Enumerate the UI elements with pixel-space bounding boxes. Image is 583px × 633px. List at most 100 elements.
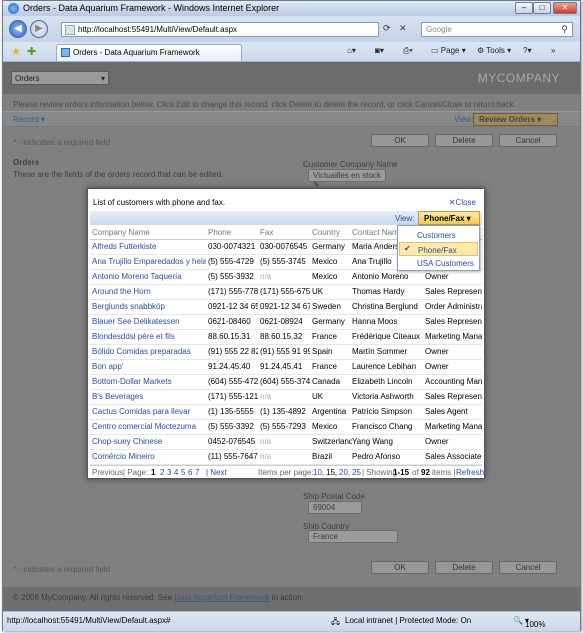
company-name-link[interactable]: Antonio Moreno Taquería xyxy=(92,272,206,281)
page-size-10[interactable]: 10, xyxy=(313,468,324,477)
pager-refresh[interactable]: Refresh xyxy=(456,468,484,477)
table-cell: UK xyxy=(312,287,324,296)
table-row[interactable]: Chop-suey Chinese 0452-076545 n/a Switzerla… xyxy=(90,435,482,450)
back-button[interactable]: ◀ xyxy=(9,20,27,38)
home-icon[interactable]: ⌂▾ xyxy=(347,46,356,55)
add-favorite-icon[interactable]: ✚ xyxy=(27,45,36,58)
table-row[interactable]: Around the Horn (171) 555-7788 (171) 555-6… xyxy=(90,285,482,300)
table-row[interactable]: B's Beverages (171) 555-1212 n/a UK Victoria… xyxy=(90,390,482,405)
company-name-link[interactable]: Blauer See Delikatessen xyxy=(92,317,206,326)
cancel-button-top[interactable]: Cancel xyxy=(499,134,557,147)
table-cell: Sales Representative xyxy=(425,392,482,401)
total-count: 92 xyxy=(421,468,430,477)
pager-page-6[interactable]: 6 xyxy=(188,468,192,477)
company-name-link[interactable]: Cactus Comidas para llevar xyxy=(92,407,206,416)
table-row[interactable]: Bólido Comidas preparadas (91) 555 22 82(… xyxy=(90,345,482,360)
pager-page-7[interactable]: 7 xyxy=(195,468,199,477)
pager-page-5[interactable]: 5 xyxy=(181,468,185,477)
company-name-link[interactable]: Around the Horn xyxy=(92,287,206,296)
brand-logo: MYCOMPANY xyxy=(477,71,560,85)
close-button[interactable]: ✕ xyxy=(553,2,577,14)
more-icon[interactable]: » xyxy=(551,46,555,55)
company-name-link[interactable]: Bon app' xyxy=(92,362,206,371)
delete-button-top[interactable]: Delete xyxy=(435,134,493,147)
customer-lookup[interactable]: Victuailles en stock ✎ xyxy=(308,169,386,189)
tools-gear-icon: ⚙ xyxy=(477,46,487,55)
company-name-link[interactable]: Bólido Comidas preparadas xyxy=(92,347,206,356)
company-name-link[interactable]: Comércio Mineiro xyxy=(92,452,206,461)
pager-previous[interactable]: Previous xyxy=(92,468,123,477)
table-row[interactable]: Antonio Moreno Taquería (5) 555-3932 n/a Me… xyxy=(90,270,482,285)
record-menu[interactable]: Record ▾ xyxy=(13,115,45,124)
address-bar[interactable]: http://localhost:55491/MultiView/Default… xyxy=(61,22,379,37)
pager-page-3[interactable]: 3 xyxy=(167,468,171,477)
delete-button-bottom[interactable]: Delete xyxy=(435,561,493,574)
forward-button[interactable]: ▶ xyxy=(30,20,48,38)
company-name-link[interactable]: Bottom-Dollar Markets xyxy=(92,377,206,386)
company-name-link[interactable]: Ana Trujillo Emparedados y helados xyxy=(92,257,206,266)
menu-item-usa-customers[interactable]: USA Customers xyxy=(399,256,478,270)
pager-next[interactable]: | Next xyxy=(206,468,227,477)
feeds-icon[interactable]: ◙▾ xyxy=(375,46,384,55)
ok-button-top[interactable]: OK xyxy=(371,134,429,147)
favorites-star-icon[interactable]: ★ xyxy=(11,45,21,58)
page-menu[interactable]: ▭ Page ▾ xyxy=(431,46,466,55)
table-row[interactable]: Bon app' 91.24.45.40 91.24.45.41 France Laur… xyxy=(90,360,482,375)
footer-link[interactable]: Data Aquarium Framework xyxy=(174,593,269,602)
zoom-level[interactable]: 100% ▾ xyxy=(525,616,545,629)
company-name-link[interactable]: Berglunds snabbköp xyxy=(92,302,206,311)
column-header[interactable]: Country xyxy=(312,228,352,237)
page-size-25[interactable]: 25 xyxy=(352,468,361,477)
company-name-link[interactable]: Centro comercial Moctezuma xyxy=(92,422,206,431)
stop-icon[interactable]: ✕ xyxy=(399,23,407,34)
tools-menu-label: Tools xyxy=(486,46,505,55)
company-name-link[interactable]: B's Beverages xyxy=(92,392,206,401)
search-input[interactable]: Google ⚲ xyxy=(421,22,573,37)
navigation-bar: ◀ ▶ http://localhost:55491/MultiView/Def… xyxy=(3,16,580,42)
company-name-link[interactable]: Chop-suey Chinese xyxy=(92,437,206,446)
table-row[interactable]: Berglunds snabbköp 0921-12 34 65 0921-12 3… xyxy=(90,300,482,315)
pager-page-1[interactable]: 1 xyxy=(151,468,155,477)
minimize-button[interactable]: – xyxy=(515,2,533,14)
page-menu-label: Page xyxy=(440,46,460,55)
required-note-bottom: * - indicates a required field xyxy=(13,565,110,574)
column-header[interactable]: Phone xyxy=(208,228,258,237)
view-selector[interactable]: Orders ▾ xyxy=(11,71,109,85)
table-row[interactable]: Blondesddsl père et fils 88.60.15.31 88.60… xyxy=(90,330,482,345)
footer-end: in action. xyxy=(271,593,304,602)
tools-menu[interactable]: ⚙ Tools ▾ xyxy=(477,46,511,55)
page-size-20[interactable]: 20, xyxy=(339,468,350,477)
review-orders-selector[interactable]: Review Orders ▾ xyxy=(473,113,558,126)
refresh-icon[interactable]: ⟳ xyxy=(383,23,391,34)
ship-postal-field[interactable]: 69004 xyxy=(308,501,362,514)
table-row[interactable]: Centro comercial Moctezuma (5) 555-3392 (5… xyxy=(90,420,482,435)
table-row[interactable]: Cactus Comidas para llevar (1) 135-5555 (1… xyxy=(90,405,482,420)
menu-item-customers[interactable]: Customers xyxy=(399,228,478,242)
column-header[interactable]: Company Name xyxy=(92,228,206,237)
pager-page-4[interactable]: 4 xyxy=(174,468,178,477)
ok-button-bottom[interactable]: OK xyxy=(371,561,429,574)
tab-orders[interactable]: Orders - Data Aquarium Framework xyxy=(56,44,242,61)
tab-label: Orders - Data Aquarium Framework xyxy=(73,48,200,57)
table-cell: Mexico xyxy=(312,272,338,281)
pager-page-2[interactable]: 2 xyxy=(160,468,164,477)
search-icon[interactable]: ⚲ xyxy=(561,24,568,35)
print-icon[interactable]: ⎙▾ xyxy=(403,46,413,56)
cancel-button-bottom[interactable]: Cancel xyxy=(499,561,557,574)
dialog-close-button[interactable]: ✕Close xyxy=(449,198,476,207)
column-header[interactable]: Fax xyxy=(260,228,310,237)
table-row[interactable]: Comércio Mineiro (11) 555-7647 n/a Brazil Pe… xyxy=(90,450,482,465)
menu-item-phone-fax[interactable]: ✔ Phone/Fax xyxy=(399,242,478,256)
page-size-15[interactable]: 15, xyxy=(326,468,337,477)
company-name-link[interactable]: Alfreds Futterkiste xyxy=(92,242,206,251)
table-cell: n/a xyxy=(260,437,272,446)
browser-window: Orders - Data Aquarium Framework - Windo… xyxy=(2,0,581,631)
ship-country-field[interactable]: France xyxy=(308,530,398,543)
table-row[interactable]: Bottom-Dollar Markets (604) 555-4729 (604)… xyxy=(90,375,482,390)
maximize-button[interactable]: □ xyxy=(533,2,551,14)
table-row[interactable]: Blauer See Delikatessen 0621-08460 0621-08… xyxy=(90,315,482,330)
company-name-link[interactable]: Blondesddsl père et fils xyxy=(92,332,206,341)
dialog-view-selector[interactable]: Phone/Fax ▾ xyxy=(418,211,480,225)
table-cell: n/a xyxy=(260,392,272,401)
help-icon[interactable]: ?▾ xyxy=(523,46,531,55)
